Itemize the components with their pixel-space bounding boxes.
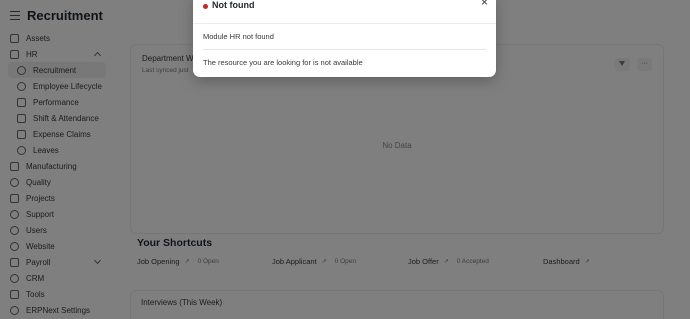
- divider: [203, 49, 486, 50]
- dialog-message: Module HR not found: [203, 32, 274, 41]
- error-dot-icon: [203, 4, 208, 9]
- dialog-title: Not found: [212, 0, 255, 10]
- divider: [193, 23, 496, 24]
- error-dialog: Not found × Module HR not found The reso…: [193, 0, 496, 77]
- close-icon[interactable]: ×: [481, 0, 488, 8]
- dialog-detail: The resource you are looking for is not …: [203, 58, 363, 67]
